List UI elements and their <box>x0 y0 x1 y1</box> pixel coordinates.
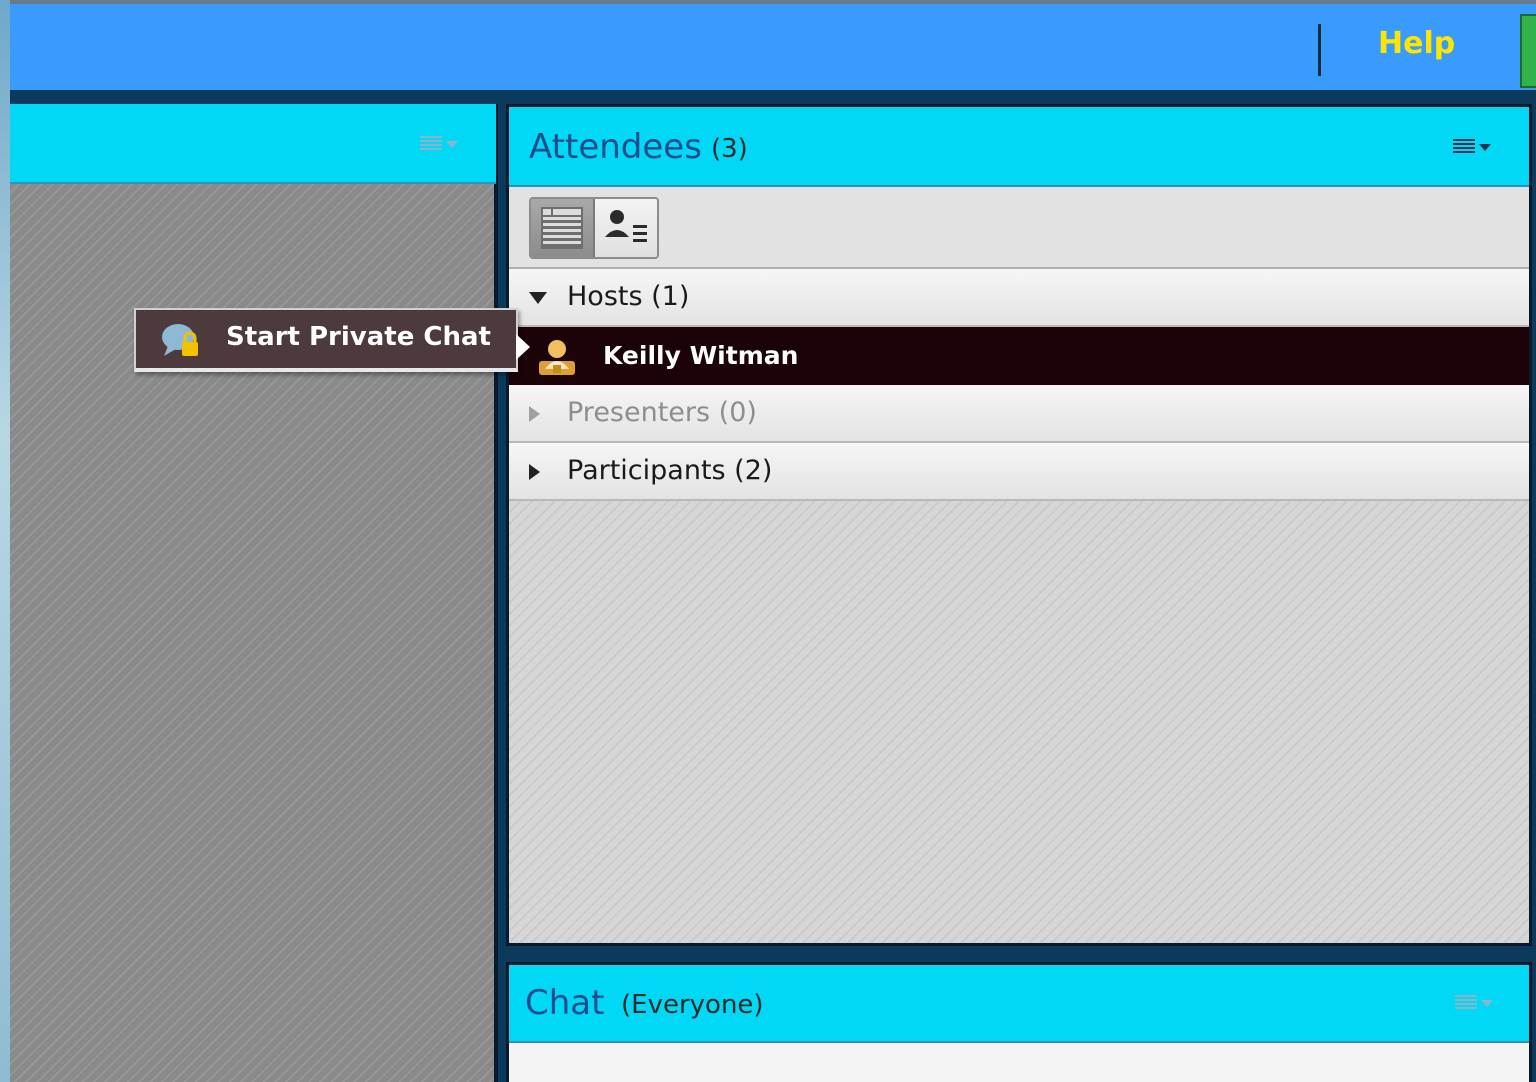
menu-item-label: Start Private Chat <box>226 322 491 352</box>
list-view-icon <box>541 207 583 249</box>
group-hosts-label: Hosts (1) <box>567 281 690 312</box>
group-participants[interactable]: Participants (2) <box>509 443 1529 501</box>
attendees-title: Attendees <box>529 127 702 167</box>
attendee-context-menu: Start Private Chat <box>134 308 518 372</box>
host-icon <box>539 340 575 375</box>
group-participants-label: Participants (2) <box>567 455 773 486</box>
view-toggle <box>529 197 659 259</box>
left-pod-header <box>10 104 496 184</box>
chat-pod-menu-icon[interactable] <box>1455 991 1499 1015</box>
group-presenters-label: Presenters (0) <box>567 397 757 428</box>
expand-triangle-icon <box>529 464 540 480</box>
group-hosts[interactable]: Hosts (1) <box>509 269 1529 327</box>
expand-triangle-icon <box>529 406 540 422</box>
attendee-row-host[interactable]: Keilly Witman <box>509 327 1529 385</box>
private-chat-icon <box>162 324 198 356</box>
start-private-chat-menu-item[interactable]: Start Private Chat <box>136 310 516 368</box>
context-menu-pointer <box>516 334 530 360</box>
menu-divider <box>1318 24 1321 76</box>
collapse-triangle-icon <box>529 292 547 304</box>
window-edge <box>0 0 10 1082</box>
pod-menu-icon[interactable] <box>420 132 464 156</box>
left-pod <box>10 104 498 1082</box>
attendees-count: (3) <box>711 134 748 164</box>
attendees-pod-menu-icon[interactable] <box>1453 135 1497 159</box>
group-presenters[interactable]: Presenters (0) <box>509 385 1529 443</box>
help-link[interactable]: Help <box>1378 26 1455 61</box>
status-indicator[interactable] <box>1520 14 1536 88</box>
chat-pod: Chat (Everyone) <box>506 962 1532 1082</box>
attendee-detail-view-icon <box>605 210 647 242</box>
attendees-pod-header: Attendees (3) <box>509 107 1529 187</box>
chat-title: Chat <box>525 983 605 1023</box>
list-view-button[interactable] <box>531 199 595 257</box>
attendees-pod: Attendees (3) Hosts (1) Keilly Witman Pr… <box>506 104 1532 946</box>
attendee-detail-view-button[interactable] <box>595 199 657 257</box>
attendee-name: Keilly Witman <box>603 341 799 370</box>
view-toolbar <box>509 187 1529 269</box>
chat-subtitle: (Everyone) <box>621 990 764 1020</box>
top-menu-bar: Help <box>10 0 1536 90</box>
chat-pod-header: Chat (Everyone) <box>509 965 1529 1043</box>
